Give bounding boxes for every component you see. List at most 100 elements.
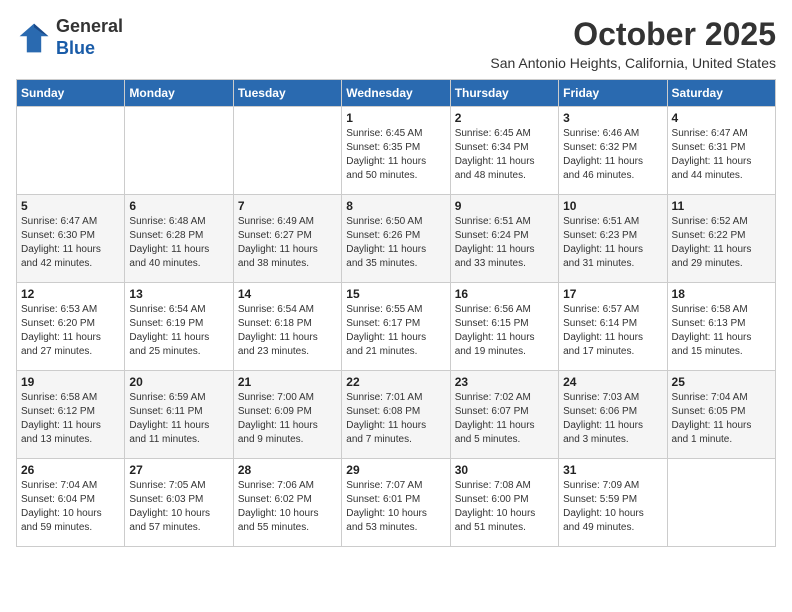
calendar-day-cell: 7Sunrise: 6:49 AM Sunset: 6:27 PM Daylig… <box>233 195 341 283</box>
calendar-header-wednesday: Wednesday <box>342 80 450 107</box>
day-info: Sunrise: 7:04 AM Sunset: 6:05 PM Dayligh… <box>672 391 771 447</box>
day-number: 15 <box>346 287 445 301</box>
calendar-day-cell: 27 Sunrise: 7:05 AM Sunset: 6:03 PM Dayli… <box>125 459 233 547</box>
calendar-table: SundayMondayTuesdayWednesdayThursdayFrid… <box>16 79 776 547</box>
day-info: Sunrise: 7:03 AM Sunset: 6:06 PM Dayligh… <box>563 391 662 447</box>
calendar-day-cell <box>667 459 775 547</box>
day-info: Sunrise: 6:51 AM Sunset: 6:23 PM Dayligh… <box>563 215 662 271</box>
day-number: 20 <box>129 375 228 389</box>
day-info: Sunrise: 6:45 AM Sunset: 6:35 PM Dayligh… <box>346 127 445 183</box>
calendar-week-row: 26 Sunrise: 7:04 AM Sunset: 6:04 PM Dayli… <box>17 459 776 547</box>
day-number: 23 <box>455 375 554 389</box>
day-info: Sunrise: 7:01 AM Sunset: 6:08 PM Dayligh… <box>346 391 445 447</box>
day-number: 11 <box>672 199 771 213</box>
calendar-day-cell: 5Sunrise: 6:47 AM Sunset: 6:30 PM Daylig… <box>17 195 125 283</box>
day-info: Sunrise: 6:54 AM Sunset: 6:18 PM Dayligh… <box>238 303 337 359</box>
day-number: 14 <box>238 287 337 301</box>
calendar-day-cell: 17 Sunrise: 6:57 AM Sunset: 6:14 PM Dayli… <box>559 283 667 371</box>
day-number: 18 <box>672 287 771 301</box>
day-info: Sunrise: 7:02 AM Sunset: 6:07 PM Dayligh… <box>455 391 554 447</box>
day-info: Sunrise: 6:58 AM Sunset: 6:12 PM Dayligh… <box>21 391 120 447</box>
day-number: 31 <box>563 463 662 477</box>
calendar-header-row: SundayMondayTuesdayWednesdayThursdayFrid… <box>17 80 776 107</box>
calendar-day-cell <box>125 107 233 195</box>
calendar-day-cell: 1Sunrise: 6:45 AM Sunset: 6:35 PM Daylig… <box>342 107 450 195</box>
calendar-day-cell: 18 Sunrise: 6:58 AM Sunset: 6:13 PM Dayli… <box>667 283 775 371</box>
calendar-header-friday: Friday <box>559 80 667 107</box>
calendar-day-cell: 15 Sunrise: 6:55 AM Sunset: 6:17 PM Dayli… <box>342 283 450 371</box>
calendar-day-cell: 10 Sunrise: 6:51 AM Sunset: 6:23 PM Dayli… <box>559 195 667 283</box>
page-header: General Blue October 2025 San Antonio He… <box>16 16 776 71</box>
calendar-day-cell: 26 Sunrise: 7:04 AM Sunset: 6:04 PM Dayli… <box>17 459 125 547</box>
calendar-day-cell: 3Sunrise: 6:46 AM Sunset: 6:32 PM Daylig… <box>559 107 667 195</box>
day-number: 10 <box>563 199 662 213</box>
calendar-week-row: 19 Sunrise: 6:58 AM Sunset: 6:12 PM Dayli… <box>17 371 776 459</box>
calendar-day-cell: 20 Sunrise: 6:59 AM Sunset: 6:11 PM Dayli… <box>125 371 233 459</box>
day-number: 27 <box>129 463 228 477</box>
calendar-day-cell: 12 Sunrise: 6:53 AM Sunset: 6:20 PM Dayli… <box>17 283 125 371</box>
day-number: 21 <box>238 375 337 389</box>
day-info: Sunrise: 7:05 AM Sunset: 6:03 PM Dayligh… <box>129 479 228 535</box>
calendar-header-saturday: Saturday <box>667 80 775 107</box>
day-number: 17 <box>563 287 662 301</box>
day-info: Sunrise: 6:45 AM Sunset: 6:34 PM Dayligh… <box>455 127 554 183</box>
calendar-day-cell: 30 Sunrise: 7:08 AM Sunset: 6:00 PM Dayli… <box>450 459 558 547</box>
calendar-day-cell: 24 Sunrise: 7:03 AM Sunset: 6:06 PM Dayli… <box>559 371 667 459</box>
day-info: Sunrise: 6:57 AM Sunset: 6:14 PM Dayligh… <box>563 303 662 359</box>
calendar-day-cell: 28 Sunrise: 7:06 AM Sunset: 6:02 PM Dayli… <box>233 459 341 547</box>
calendar-day-cell: 6 Sunrise: 6:48 AM Sunset: 6:28 PM Daylig… <box>125 195 233 283</box>
calendar-body: 1Sunrise: 6:45 AM Sunset: 6:35 PM Daylig… <box>17 107 776 547</box>
day-info: Sunrise: 7:08 AM Sunset: 6:00 PM Dayligh… <box>455 479 554 535</box>
day-info: Sunrise: 6:53 AM Sunset: 6:20 PM Dayligh… <box>21 303 120 359</box>
day-info: Sunrise: 6:58 AM Sunset: 6:13 PM Dayligh… <box>672 303 771 359</box>
day-info: Sunrise: 7:00 AM Sunset: 6:09 PM Dayligh… <box>238 391 337 447</box>
day-info: Sunrise: 6:55 AM Sunset: 6:17 PM Dayligh… <box>346 303 445 359</box>
day-number: 9 <box>455 199 554 213</box>
calendar-day-cell: 16Sunrise: 6:56 AM Sunset: 6:15 PM Dayli… <box>450 283 558 371</box>
calendar-day-cell: 4 Sunrise: 6:47 AM Sunset: 6:31 PM Daylig… <box>667 107 775 195</box>
day-info: Sunrise: 6:47 AM Sunset: 6:31 PM Dayligh… <box>672 127 771 183</box>
day-number: 19 <box>21 375 120 389</box>
day-number: 28 <box>238 463 337 477</box>
day-number: 2 <box>455 111 554 125</box>
title-block: October 2025 San Antonio Heights, Califo… <box>490 16 776 71</box>
month-title: October 2025 <box>490 16 776 53</box>
day-number: 30 <box>455 463 554 477</box>
calendar-day-cell: 22Sunrise: 7:01 AM Sunset: 6:08 PM Dayli… <box>342 371 450 459</box>
logo-text: General Blue <box>56 16 123 59</box>
calendar-header-tuesday: Tuesday <box>233 80 341 107</box>
day-info: Sunrise: 7:09 AM Sunset: 5:59 PM Dayligh… <box>563 479 662 535</box>
day-info: Sunrise: 6:48 AM Sunset: 6:28 PM Dayligh… <box>129 215 228 271</box>
calendar-week-row: 12 Sunrise: 6:53 AM Sunset: 6:20 PM Dayli… <box>17 283 776 371</box>
calendar-day-cell: 29 Sunrise: 7:07 AM Sunset: 6:01 PM Dayli… <box>342 459 450 547</box>
calendar-header-sunday: Sunday <box>17 80 125 107</box>
day-info: Sunrise: 7:04 AM Sunset: 6:04 PM Dayligh… <box>21 479 120 535</box>
day-number: 12 <box>21 287 120 301</box>
calendar-day-cell: 19 Sunrise: 6:58 AM Sunset: 6:12 PM Dayli… <box>17 371 125 459</box>
location: San Antonio Heights, California, United … <box>490 55 776 71</box>
day-number: 24 <box>563 375 662 389</box>
calendar-week-row: 1Sunrise: 6:45 AM Sunset: 6:35 PM Daylig… <box>17 107 776 195</box>
calendar-week-row: 5Sunrise: 6:47 AM Sunset: 6:30 PM Daylig… <box>17 195 776 283</box>
day-info: Sunrise: 6:54 AM Sunset: 6:19 PM Dayligh… <box>129 303 228 359</box>
day-number: 26 <box>21 463 120 477</box>
day-info: Sunrise: 6:59 AM Sunset: 6:11 PM Dayligh… <box>129 391 228 447</box>
day-info: Sunrise: 7:06 AM Sunset: 6:02 PM Dayligh… <box>238 479 337 535</box>
calendar-day-cell: 21 Sunrise: 7:00 AM Sunset: 6:09 PM Dayli… <box>233 371 341 459</box>
day-number: 4 <box>672 111 771 125</box>
day-number: 8 <box>346 199 445 213</box>
day-info: Sunrise: 6:50 AM Sunset: 6:26 PM Dayligh… <box>346 215 445 271</box>
calendar-day-cell: 31 Sunrise: 7:09 AM Sunset: 5:59 PM Dayli… <box>559 459 667 547</box>
calendar-day-cell: 23 Sunrise: 7:02 AM Sunset: 6:07 PM Dayli… <box>450 371 558 459</box>
calendar-day-cell: 13Sunrise: 6:54 AM Sunset: 6:19 PM Dayli… <box>125 283 233 371</box>
day-number: 3 <box>563 111 662 125</box>
day-number: 6 <box>129 199 228 213</box>
calendar-day-cell: 9Sunrise: 6:51 AM Sunset: 6:24 PM Daylig… <box>450 195 558 283</box>
day-info: Sunrise: 7:07 AM Sunset: 6:01 PM Dayligh… <box>346 479 445 535</box>
calendar-header-monday: Monday <box>125 80 233 107</box>
day-info: Sunrise: 6:56 AM Sunset: 6:15 PM Dayligh… <box>455 303 554 359</box>
day-number: 29 <box>346 463 445 477</box>
calendar-day-cell <box>17 107 125 195</box>
calendar-header-thursday: Thursday <box>450 80 558 107</box>
logo: General Blue <box>16 16 123 59</box>
